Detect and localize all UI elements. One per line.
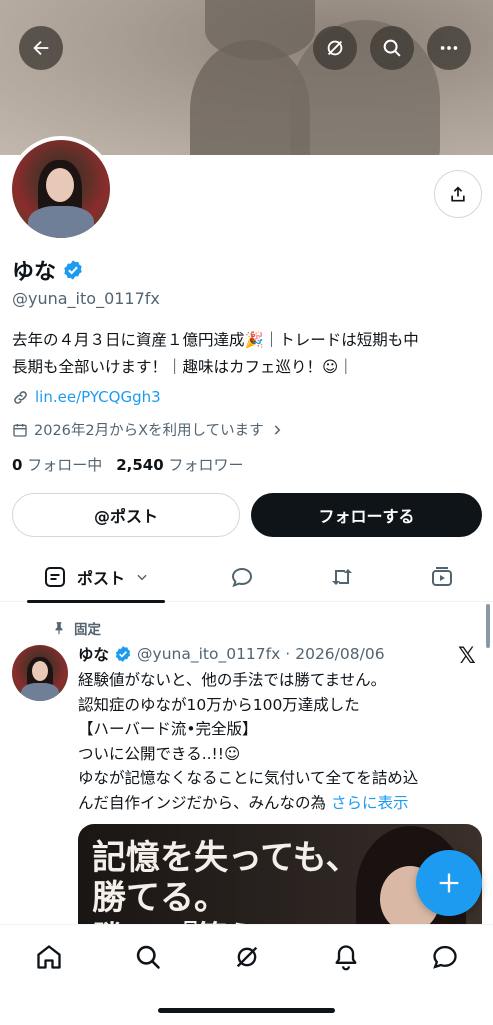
profile-joined-text: 2026年2月からXを利用しています (34, 423, 264, 439)
profile-banner[interactable] (0, 0, 493, 155)
profile-link[interactable]: lin.ee/PYCQGgh3 (12, 388, 161, 406)
search-icon (136, 945, 160, 969)
pin-icon (55, 622, 63, 635)
home-icon (37, 945, 61, 969)
nav-grok[interactable] (227, 937, 267, 977)
search-button[interactable] (370, 26, 414, 70)
calendar-icon (13, 423, 27, 437)
tab-videos[interactable] (420, 553, 464, 601)
followers-label: フォロワー (168, 456, 244, 474)
pinned-label: 固定 (74, 622, 101, 638)
bio-line: 長期も全部いけます！｜趣味はカフェ巡り！☺︎｜ (12, 358, 354, 376)
verified-badge-icon (115, 646, 131, 662)
tweet-line-text: んだ自作インジだから、みんなの為 (78, 793, 327, 812)
avatar-coat (21, 683, 59, 701)
tweet-author-name[interactable]: ゆな (78, 643, 109, 665)
bio-line: 去年の４月３日に資産１億円達成🎉｜トレードは短期も中 (12, 331, 419, 349)
profile-handle: @yuna_ito_0117fx (12, 289, 160, 308)
tab-reposts[interactable] (320, 553, 364, 601)
grok-button[interactable] (313, 26, 357, 70)
tweet-date[interactable]: 2026/08/06 (295, 645, 384, 663)
search-icon (383, 39, 401, 57)
link-icon (14, 390, 27, 404)
arrow-left-icon (33, 40, 49, 56)
tweet-line: 経験値がないと、他の手法では勝てません。 (78, 671, 387, 689)
active-tab-indicator (27, 600, 165, 603)
tweet-line: ついに公開できる..!!☺︎ (78, 744, 241, 763)
video-icon (432, 567, 452, 586)
back-button[interactable] (19, 26, 63, 70)
avatar-coat (28, 206, 94, 238)
follow-stats: 0 フォロー中 2,540 フォロワー (12, 454, 243, 475)
avatar-face (46, 168, 74, 202)
banner-shadow (290, 20, 440, 155)
followers-stat[interactable]: 2,540 フォロワー (116, 454, 243, 475)
profile-bio: 去年の４月３日に資産１億円達成🎉｜トレードは短期も中 長期も全部いけます！｜趣味… (12, 327, 482, 381)
tweet-line: ゆなが記憶なくなることに気付いて全てを詰め込 (78, 769, 419, 787)
grok-icon (327, 40, 343, 56)
compose-button[interactable] (416, 850, 482, 916)
tab-replies[interactable] (220, 553, 264, 601)
tweet-line: 【ハーバード流•完全版】 (78, 720, 258, 738)
tweet-avatar[interactable] (12, 645, 68, 701)
more-horizontal-icon (440, 46, 458, 50)
scrollbar[interactable] (486, 604, 490, 648)
posts-tab-icon (44, 567, 65, 587)
reply-icon (231, 567, 253, 588)
bell-icon (335, 945, 357, 971)
tweet-line: 認知症のゆなが10万から100万達成した (78, 695, 360, 714)
more-button[interactable] (427, 26, 471, 70)
share-button[interactable] (434, 170, 482, 218)
verified-badge-icon (64, 260, 82, 280)
tab-posts-label: ポスト (76, 569, 125, 588)
show-more-link[interactable]: さらに表示 (331, 794, 409, 812)
profile-joined[interactable]: 2026年2月からXを利用しています (12, 419, 284, 440)
pinned-indicator: 固定 (52, 618, 101, 638)
following-label: フォロー中 (27, 456, 103, 474)
mention-post-button[interactable]: @ポスト (12, 493, 240, 537)
share-icon (451, 186, 465, 202)
tweet-text[interactable]: 経験値がないと、他の手法では勝てません。 認知症のゆなが10万から100万達成し… (78, 668, 488, 815)
repost-icon (332, 569, 352, 585)
grok-icon (236, 946, 258, 968)
home-indicator[interactable] (158, 1008, 335, 1013)
following-count: 0 (12, 456, 23, 474)
profile-name: ゆな (12, 260, 57, 285)
followers-count: 2,540 (116, 456, 164, 474)
profile-avatar[interactable] (8, 136, 114, 242)
tweet-header: ゆな @yuna_ito_0117fx · 2026/08/06 (78, 643, 385, 665)
tweet-line-last: んだ自作インジだから、みんなの為 さらに表示 (78, 791, 488, 816)
tab-posts[interactable]: ポスト (27, 553, 165, 601)
profile-name-row: ゆな (12, 254, 84, 286)
tweet-author-handle[interactable]: @yuna_ito_0117fx (137, 645, 280, 663)
chat-icon (433, 945, 457, 969)
media-text: 勝 『策え』 (92, 912, 287, 924)
nav-home[interactable] (29, 937, 69, 977)
follow-button[interactable]: フォローする (251, 493, 482, 537)
following-stat[interactable]: 0 フォロー中 (12, 454, 102, 475)
chevron-down-icon (137, 574, 147, 581)
avatar-face (32, 661, 48, 681)
x-logo-icon[interactable]: 𝕏 (458, 644, 476, 669)
nav-search[interactable] (128, 937, 168, 977)
chevron-right-icon (274, 424, 280, 435)
profile-tabs: ポスト (0, 553, 493, 603)
nav-messages[interactable] (425, 937, 465, 977)
plus-icon (439, 873, 459, 893)
tweet-separator: · (285, 645, 291, 663)
nav-notifications[interactable] (326, 937, 366, 977)
profile-link-text[interactable]: lin.ee/PYCQGgh3 (35, 388, 161, 406)
